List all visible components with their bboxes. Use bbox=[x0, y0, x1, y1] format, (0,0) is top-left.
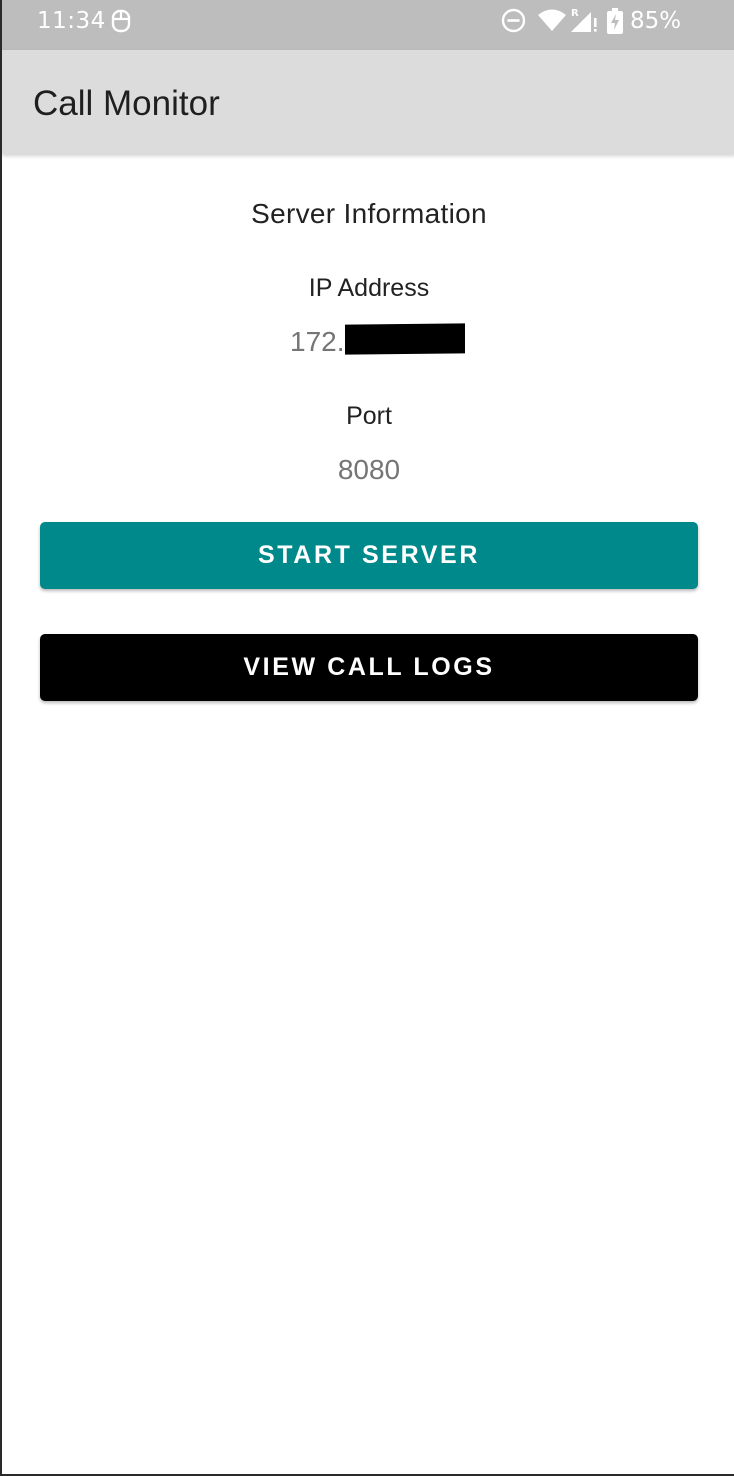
cellular-signal-icon: R bbox=[569, 6, 599, 33]
wifi-icon bbox=[537, 8, 567, 32]
ip-redaction-bar bbox=[345, 323, 465, 355]
ip-address-label: IP Address bbox=[308, 274, 430, 302]
roaming-mark: R bbox=[571, 8, 579, 19]
ip-address-value: 172. bbox=[290, 326, 345, 357]
start-server-button[interactable]: START SERVER bbox=[40, 522, 698, 589]
battery-percentage: 85% bbox=[630, 8, 682, 34]
notification-icon bbox=[110, 9, 132, 33]
battery-charging-icon bbox=[606, 8, 624, 34]
app-screen: 11:34 R 85% Call Monitor Server Informat… bbox=[0, 0, 734, 1476]
view-call-logs-button[interactable]: VIEW CALL LOGS bbox=[40, 634, 698, 701]
port-value: 8080 bbox=[337, 454, 401, 485]
status-bar: 11:34 R 85% bbox=[2, 0, 734, 50]
server-info-title: Server Information bbox=[251, 198, 487, 229]
app-title: Call Monitor bbox=[33, 84, 220, 123]
port-label: Port bbox=[346, 402, 392, 430]
status-time: 11:34 bbox=[37, 8, 106, 34]
do-not-disturb-icon bbox=[501, 8, 526, 33]
